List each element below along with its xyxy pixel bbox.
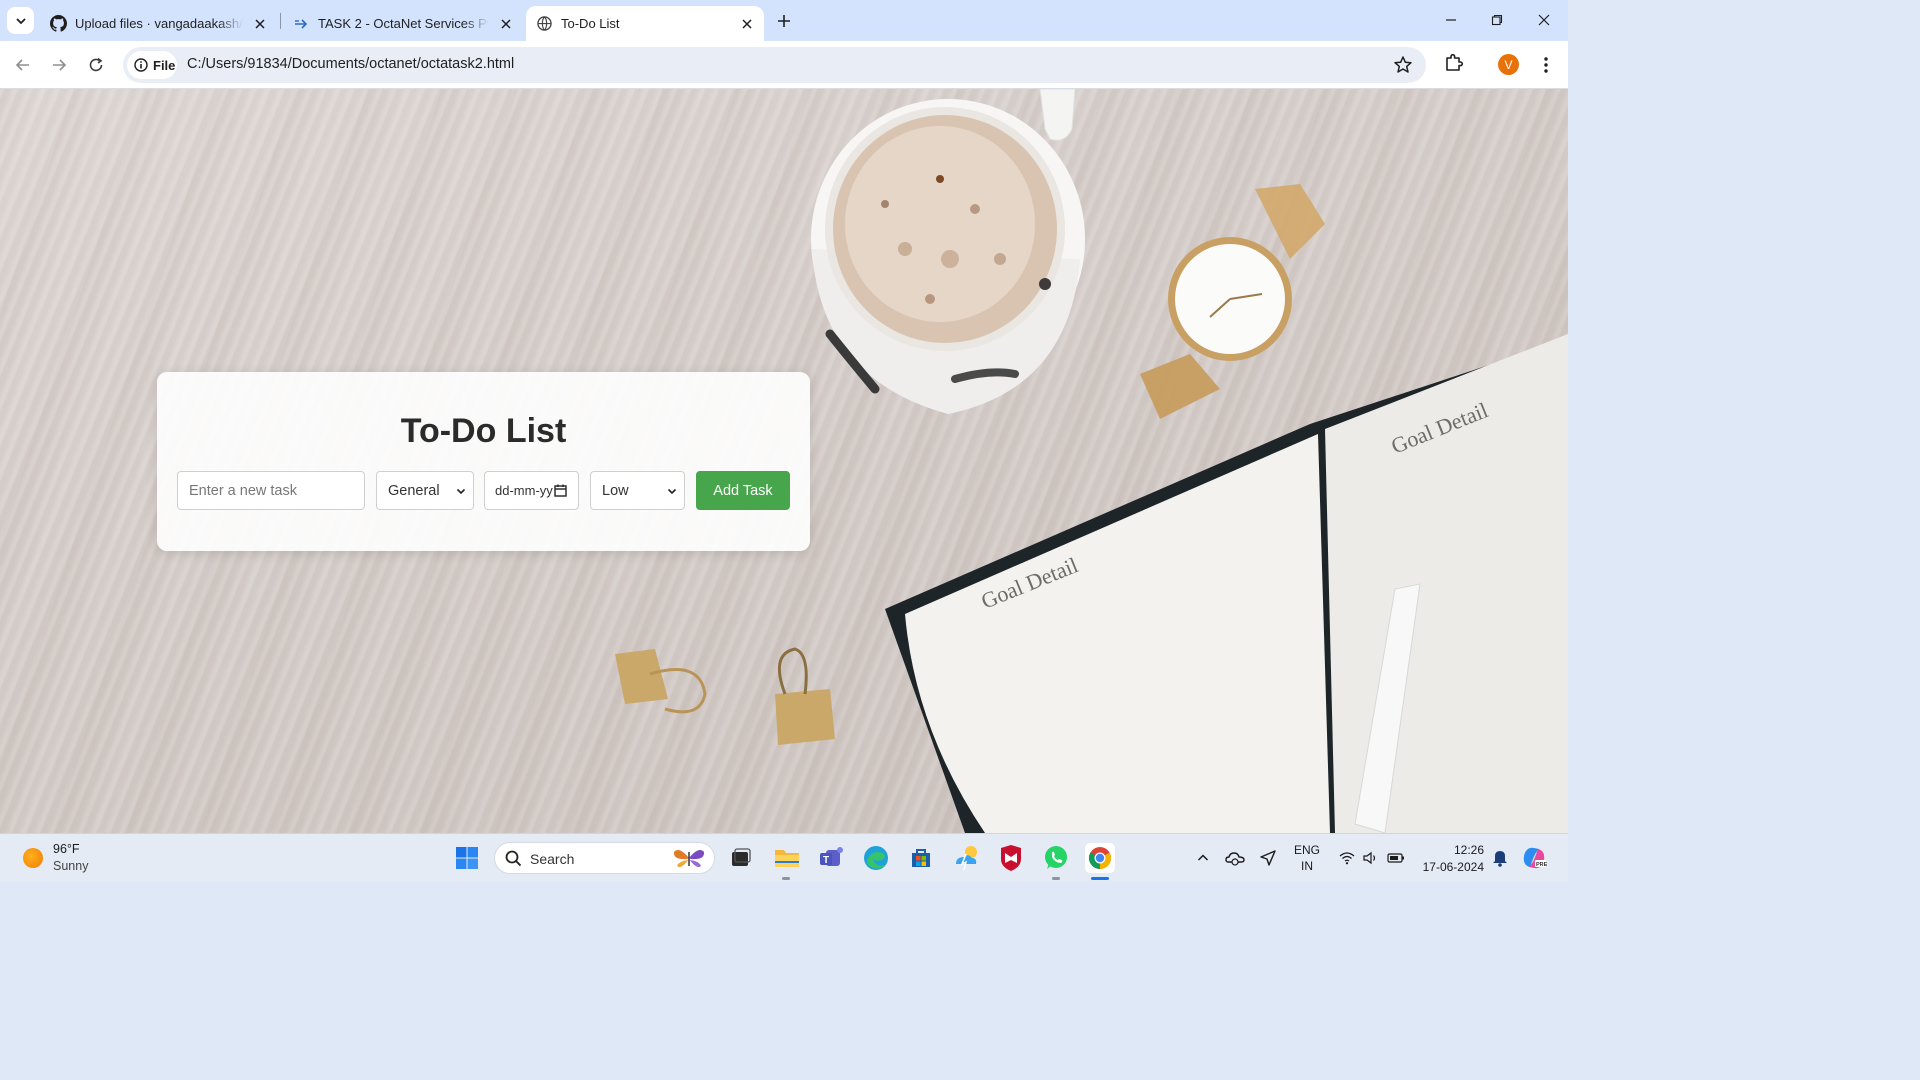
url-text[interactable]: C:/Users/91834/Documents/octanet/octatas… [187,56,514,72]
chevron-down-icon [456,488,466,495]
close-icon [1538,14,1550,26]
reload-button[interactable] [82,51,110,79]
address-bar[interactable]: File C:/Users/91834/Documents/octanet/oc… [123,47,1426,83]
category-value: General [388,482,440,499]
chrome-icon[interactable] [1085,843,1115,873]
volume-icon [1363,851,1376,865]
windows-taskbar: 96°F Sunny Search T ENG IN 12:26 17-06-2… [0,833,1568,882]
octanet-icon [293,15,310,32]
priority-value: Low [602,482,629,499]
edge-icon[interactable] [861,843,891,873]
sun-icon [23,848,43,868]
language-indicator[interactable]: ENG IN [1290,843,1324,873]
tab-upload-files[interactable]: Upload files · vangadaakash/OC [40,6,277,41]
chevron-up-icon[interactable] [1188,843,1218,873]
running-indicator [1052,877,1060,880]
task-view-icon[interactable] [726,843,756,873]
todo-card: To-Do List Enter a new task General dd-m… [157,372,810,551]
start-windows-icon[interactable] [452,843,482,873]
globe-icon [536,15,553,32]
page-viewport: Goal Detail Goal Detail To-Do List Enter… [0,89,1568,833]
tab-todo-list[interactable]: To-Do List [526,6,764,41]
notification-bell-icon[interactable] [1485,843,1515,873]
site-info-chip[interactable]: File [127,51,177,79]
close-icon[interactable] [251,15,269,33]
new-tab-button[interactable] [772,9,796,33]
tab-strip: Upload files · vangadaakash/OC TASK 2 - … [0,0,1568,41]
profile-avatar[interactable]: V [1498,54,1519,75]
weather-temperature: 96°F [53,842,80,856]
github-icon [50,15,67,32]
svg-text:PRE: PRE [1536,862,1547,868]
teams-icon[interactable]: T [817,843,847,873]
copilot-icon[interactable]: PRE [1519,843,1549,873]
chevron-down-icon [667,488,677,495]
svg-text:T: T [823,855,829,866]
wristwatch-illustration [1140,184,1325,419]
running-indicator [782,877,790,880]
forward-button[interactable] [45,51,73,79]
browser-toolbar: File C:/Users/91834/Documents/octanet/oc… [0,41,1568,89]
wifi-icon [1339,852,1355,865]
arrow-right-icon [53,59,67,71]
plus-icon [778,15,790,27]
calendar-icon[interactable] [554,484,567,497]
chevron-down-icon [15,17,26,24]
region-code: IN [1301,859,1313,873]
due-date-input[interactable]: dd-mm-yyyy [484,471,579,510]
butterfly-icon [673,850,705,868]
back-button[interactable] [9,51,37,79]
coffee-cup-illustration [811,89,1085,414]
tab-title: TASK 2 - OctaNet Services Pvt L [318,16,489,31]
onedrive-sync-icon[interactable] [1220,843,1250,873]
weather-app-icon[interactable] [951,843,981,873]
more-menu-icon[interactable] [1534,53,1558,77]
language-code: ENG [1293,843,1320,857]
system-tray-status[interactable] [1333,843,1411,873]
minimize-icon [1446,19,1456,21]
close-window-button[interactable] [1521,0,1567,40]
mcafee-icon[interactable] [996,843,1026,873]
category-select[interactable]: General [376,471,474,510]
clock[interactable]: 12:26 17-06-2024 [1414,843,1484,874]
search-icon [505,850,522,867]
arrow-left-icon [15,59,29,71]
bookmark-star-icon[interactable] [1393,55,1413,75]
weather-condition: Sunny [53,859,89,873]
date-placeholder: dd-mm-yyyy [495,483,553,498]
active-indicator [1091,877,1109,880]
notebook-illustration: Goal Detail Goal Detail [885,334,1568,833]
tab-search-button[interactable] [7,7,34,34]
whatsapp-icon[interactable] [1041,843,1071,873]
clock-time: 12:26 [1453,843,1484,857]
tab-octanet-task[interactable]: TASK 2 - OctaNet Services Pvt L [283,6,523,41]
clock-date: 17-06-2024 [1422,860,1484,874]
microsoft-store-icon[interactable] [906,843,936,873]
binder-clips-illustration [615,647,835,745]
taskbar-search[interactable]: Search [494,842,715,874]
priority-select[interactable]: Low [590,471,685,510]
file-explorer-icon[interactable] [772,843,802,873]
minimize-button[interactable] [1428,0,1474,40]
site-info-label: File [153,57,176,73]
tab-separator [280,13,281,29]
tab-title: Upload files · vangadaakash/OC [75,16,243,31]
restore-icon [1491,14,1503,26]
battery-icon [1387,853,1404,863]
extensions-puzzle-icon[interactable] [1443,52,1467,76]
close-icon[interactable] [497,15,515,33]
reload-icon [89,57,103,72]
info-icon [134,58,148,72]
add-task-button[interactable]: Add Task [696,471,790,510]
tab-title: To-Do List [561,16,620,31]
task-input[interactable]: Enter a new task [177,471,365,510]
restore-button[interactable] [1474,0,1520,40]
close-icon[interactable] [738,15,756,33]
location-arrow-icon[interactable] [1253,843,1283,873]
search-label: Search [530,851,575,867]
page-title: To-Do List [400,412,567,450]
